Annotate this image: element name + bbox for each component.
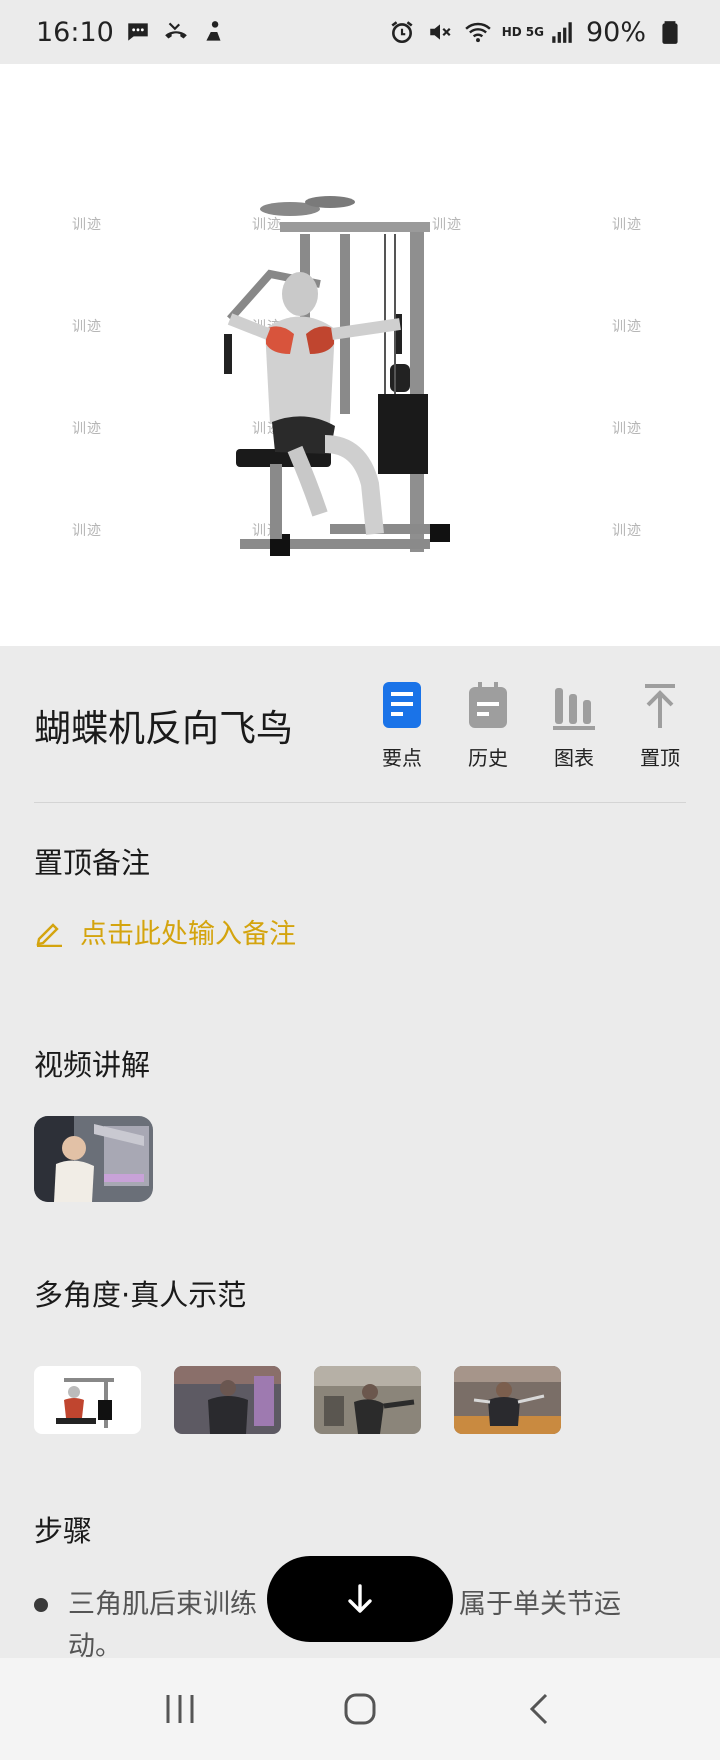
watermark: 训迹 <box>612 319 642 335</box>
step-text-part-1: 三角肌后束训练 <box>68 1589 257 1620</box>
tab-label: 历史 <box>468 745 508 770</box>
back-icon <box>529 1693 548 1725</box>
home-icon <box>344 1693 376 1725</box>
note-input[interactable]: 点击此处输入备注 <box>34 912 296 951</box>
divider <box>34 802 686 803</box>
arrow-down-icon <box>348 1584 372 1613</box>
video-section-title: 视频讲解 <box>34 1048 151 1082</box>
recent-apps-button[interactable] <box>150 1679 210 1739</box>
back-button[interactable] <box>510 1679 570 1739</box>
watermark: 训迹 <box>72 523 102 539</box>
battery-icon <box>656 18 684 46</box>
watermark: 训迹 <box>612 421 642 437</box>
angle-thumbnail-front[interactable] <box>454 1366 561 1434</box>
exercise-illustration: 训迹 训迹 训迹 训迹 训迹 训迹 训迹 训迹 训迹 训迹 训迹 训迹 训迹 <box>0 64 720 646</box>
tab-label: 图表 <box>554 745 594 770</box>
home-button[interactable] <box>330 1679 390 1739</box>
tab-label: 置顶 <box>640 745 680 770</box>
tab-chart[interactable]: 图表 <box>548 680 600 771</box>
angle-thumbnail-side[interactable] <box>314 1366 421 1434</box>
pinned-note-title: 置顶备注 <box>34 846 151 880</box>
angle-thumbnail-illustration[interactable] <box>34 1366 141 1434</box>
recent-apps-icon <box>166 1695 194 1723</box>
tab-key-points[interactable]: 要点 <box>376 680 428 771</box>
signal-icon <box>548 18 576 46</box>
pin-top-icon <box>645 683 675 728</box>
watermark: 训迹 <box>72 421 102 437</box>
person-icon <box>200 18 228 46</box>
tab-label: 要点 <box>382 745 422 770</box>
network-hd-label: HD <box>501 25 522 39</box>
system-nav-bar <box>0 1658 720 1760</box>
battery-percent: 90% <box>585 16 646 48</box>
video-thumbnail[interactable] <box>34 1116 153 1202</box>
missed-call-icon <box>162 18 190 46</box>
angle-thumbnail-back[interactable] <box>174 1366 281 1434</box>
status-bar: 16:10 HD 5G 90% <box>0 0 720 64</box>
exercise-header: 蝴蝶机反向飞鸟 要点 历史 图表 置顶 <box>34 670 686 780</box>
watermark: 训迹 <box>612 523 642 539</box>
watermark: 训迹 <box>612 217 642 233</box>
video-preview-image <box>34 1116 153 1202</box>
clock: 16:10 <box>36 16 114 48</box>
alarm-icon <box>388 18 416 46</box>
action-tabs: 要点 历史 图表 置顶 <box>376 680 686 771</box>
angles-section-title: 多角度·真人示范 <box>34 1278 247 1312</box>
bullet-dot <box>34 1598 48 1612</box>
watermark: 训迹 <box>72 319 102 335</box>
machine-figure <box>224 196 450 556</box>
message-icon <box>124 18 152 46</box>
calendar-icon <box>469 681 507 728</box>
scroll-down-button[interactable] <box>267 1556 453 1642</box>
mute-icon <box>426 18 454 46</box>
document-icon <box>383 681 421 728</box>
pencil-icon <box>36 922 62 947</box>
step-text-part-2: 属于单关节运 <box>459 1589 621 1620</box>
tab-pin-top[interactable]: 置顶 <box>634 680 686 771</box>
tab-history[interactable]: 历史 <box>462 680 514 771</box>
watermark: 训迹 <box>72 217 102 233</box>
steps-section-title: 步骤 <box>34 1514 93 1548</box>
exercise-title: 蝴蝶机反向飞鸟 <box>34 707 293 750</box>
wifi-icon <box>464 18 492 46</box>
bar-chart-icon <box>553 687 595 730</box>
note-placeholder: 点击此处输入备注 <box>80 919 296 950</box>
network-5g-label: 5G <box>525 25 544 39</box>
